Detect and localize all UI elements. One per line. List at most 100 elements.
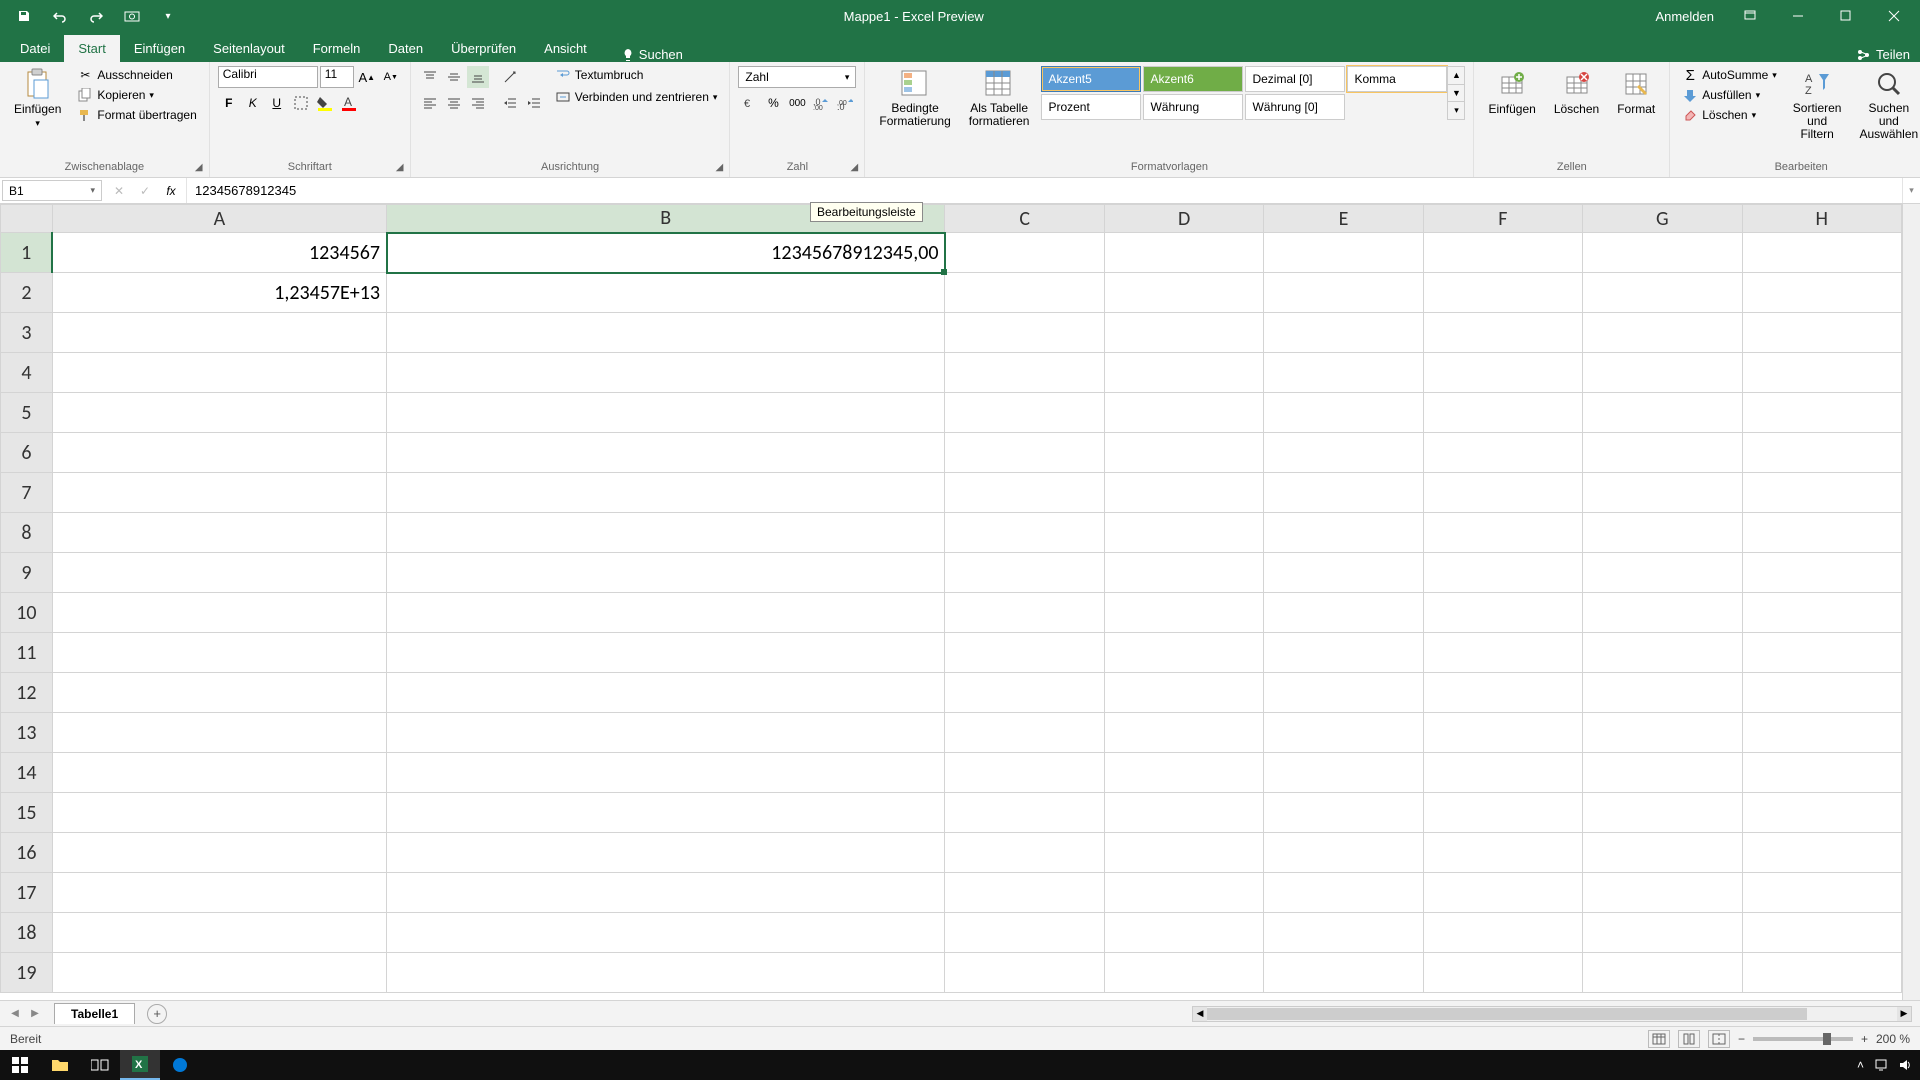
tab-start[interactable]: Start [64, 35, 119, 62]
cell-H17[interactable] [1742, 873, 1901, 913]
cell-F4[interactable] [1423, 353, 1582, 393]
fill-button[interactable]: Ausfüllen ▾ [1678, 86, 1781, 104]
cell-B13[interactable] [387, 713, 945, 753]
insert-function-icon[interactable]: fx [160, 180, 182, 202]
cell-A14[interactable] [52, 753, 386, 793]
cell-F1[interactable] [1423, 233, 1582, 273]
cell-F6[interactable] [1423, 433, 1582, 473]
cell-C9[interactable] [945, 553, 1104, 593]
cell-H19[interactable] [1742, 953, 1901, 993]
cell-B4[interactable] [387, 353, 945, 393]
cell-F11[interactable] [1423, 633, 1582, 673]
row-header-4[interactable]: 4 [1, 353, 53, 393]
sheet-nav-next-icon[interactable]: ▶ [26, 1005, 44, 1023]
align-left-icon[interactable] [419, 92, 441, 114]
cell-E3[interactable] [1264, 313, 1423, 353]
row-header-14[interactable]: 14 [1, 753, 53, 793]
cell-C18[interactable] [945, 913, 1104, 953]
font-color-button[interactable]: A [338, 92, 360, 114]
cell-G13[interactable] [1583, 713, 1742, 753]
cell-C12[interactable] [945, 673, 1104, 713]
sort-filter-button[interactable]: AZSortieren und Filtern [1787, 66, 1848, 144]
cell-G8[interactable] [1583, 513, 1742, 553]
clipboard-dialog-launcher[interactable]: ◢ [192, 160, 206, 174]
spreadsheet-grid[interactable]: ABCDEFGH1123456712345678912345,0021,2345… [0, 204, 1902, 993]
cell-B14[interactable] [387, 753, 945, 793]
page-break-view-icon[interactable] [1708, 1030, 1730, 1048]
row-header-11[interactable]: 11 [1, 633, 53, 673]
cell-A1[interactable]: 1234567 [52, 233, 386, 273]
cell-G18[interactable] [1583, 913, 1742, 953]
cell-E9[interactable] [1264, 553, 1423, 593]
cell-F2[interactable] [1423, 273, 1582, 313]
cell-F8[interactable] [1423, 513, 1582, 553]
qat-customize-icon[interactable]: ▾ [154, 2, 182, 30]
cell-B6[interactable] [387, 433, 945, 473]
row-header-1[interactable]: 1 [1, 233, 53, 273]
hscroll-left-icon[interactable]: ◀ [1193, 1007, 1207, 1021]
close-button[interactable] [1872, 0, 1916, 32]
cell-G12[interactable] [1583, 673, 1742, 713]
cell-E12[interactable] [1264, 673, 1423, 713]
cell-A12[interactable] [52, 673, 386, 713]
align-center-icon[interactable] [443, 92, 465, 114]
cell-A16[interactable] [52, 833, 386, 873]
cell-H3[interactable] [1742, 313, 1901, 353]
cell-H16[interactable] [1742, 833, 1901, 873]
cell-C4[interactable] [945, 353, 1104, 393]
cell-G9[interactable] [1583, 553, 1742, 593]
increase-decimal-icon[interactable]: ,0,00 [810, 92, 832, 114]
find-select-button[interactable]: Suchen und Auswählen [1853, 66, 1920, 144]
number-dialog-launcher[interactable]: ◢ [847, 160, 861, 174]
cell-E2[interactable] [1264, 273, 1423, 313]
cell-B19[interactable] [387, 953, 945, 993]
row-header-5[interactable]: 5 [1, 393, 53, 433]
col-header-G[interactable]: G [1583, 205, 1742, 233]
row-header-13[interactable]: 13 [1, 713, 53, 753]
start-menu-icon[interactable] [0, 1050, 40, 1080]
vertical-scrollbar[interactable] [1902, 204, 1920, 1000]
cell-B8[interactable] [387, 513, 945, 553]
cell-C8[interactable] [945, 513, 1104, 553]
cell-E6[interactable] [1264, 433, 1423, 473]
cell-H8[interactable] [1742, 513, 1901, 553]
cell-B1[interactable]: 12345678912345,00 [387, 233, 945, 273]
cell-B18[interactable] [387, 913, 945, 953]
cell-A19[interactable] [52, 953, 386, 993]
row-header-15[interactable]: 15 [1, 793, 53, 833]
cell-G11[interactable] [1583, 633, 1742, 673]
cell-G7[interactable] [1583, 473, 1742, 513]
cell-G3[interactable] [1583, 313, 1742, 353]
cell-C13[interactable] [945, 713, 1104, 753]
font-name-select[interactable]: Calibri [218, 66, 318, 88]
cell-F18[interactable] [1423, 913, 1582, 953]
decrease-indent-icon[interactable] [499, 92, 521, 114]
cell-B10[interactable] [387, 593, 945, 633]
align-bottom-icon[interactable] [467, 66, 489, 88]
cell-H12[interactable] [1742, 673, 1901, 713]
cell-H6[interactable] [1742, 433, 1901, 473]
cell-A13[interactable] [52, 713, 386, 753]
hscroll-thumb[interactable] [1207, 1008, 1807, 1020]
cell-D14[interactable] [1104, 753, 1263, 793]
zoom-out-icon[interactable]: − [1738, 1032, 1745, 1046]
tab-einfuegen[interactable]: Einfügen [120, 35, 199, 62]
cancel-formula-icon[interactable]: ✕ [108, 180, 130, 202]
style-akzent6[interactable]: Akzent6 [1143, 66, 1243, 92]
cell-C10[interactable] [945, 593, 1104, 633]
cut-button[interactable]: ✂Ausschneiden [73, 66, 200, 84]
cell-E16[interactable] [1264, 833, 1423, 873]
cell-F5[interactable] [1423, 393, 1582, 433]
cell-E13[interactable] [1264, 713, 1423, 753]
cell-F16[interactable] [1423, 833, 1582, 873]
tray-up-icon[interactable]: ˄ [1857, 1058, 1864, 1072]
cell-H10[interactable] [1742, 593, 1901, 633]
row-header-7[interactable]: 7 [1, 473, 53, 513]
cell-F12[interactable] [1423, 673, 1582, 713]
cell-B17[interactable] [387, 873, 945, 913]
cell-D11[interactable] [1104, 633, 1263, 673]
cell-H2[interactable] [1742, 273, 1901, 313]
copy-button[interactable]: Kopieren ▾ [73, 86, 200, 104]
cell-F15[interactable] [1423, 793, 1582, 833]
cell-D12[interactable] [1104, 673, 1263, 713]
